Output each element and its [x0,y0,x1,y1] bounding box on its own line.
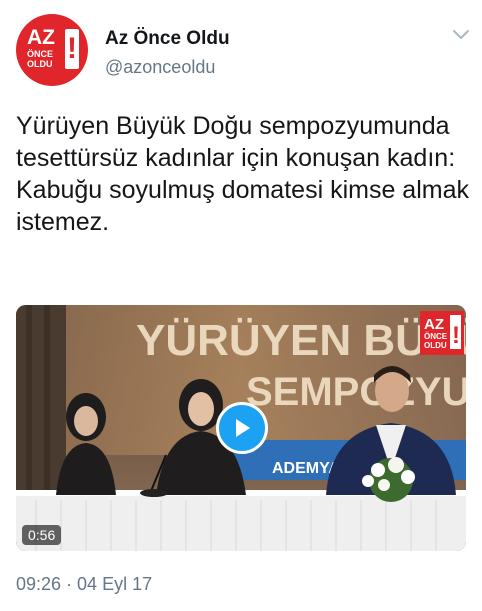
tweet-text: Yürüyen Büyük Doğu sempozyumunda tesettü… [16,112,469,236]
banner-text-2: SEMPOZYUMU [246,370,466,414]
banner-text-1: YÜRÜYEN BÜYÜK [136,316,466,365]
watermark-mark: ! [452,322,460,349]
logo-sub-text: ÖNCE OLDU [27,49,53,69]
logo-mark: ! [65,29,79,69]
account-name[interactable]: Az Önce Oldu [105,28,230,50]
video-player[interactable]: YÜRÜYEN BÜYÜK SEMPOZYUMU ADEMYA AZ ÖNCE … [16,305,466,551]
tweet-timestamp[interactable]: 09:26 · 04 Eyl 17 [16,574,152,595]
chevron-down-icon[interactable] [452,28,470,42]
avatar[interactable]: AZ ÖNCE OLDU ! [16,14,88,86]
video-duration: 0:56 [22,525,62,545]
play-button[interactable] [216,402,268,454]
watermark-main-text: AZ [424,316,444,333]
logo-main-text: AZ [27,26,55,49]
watermark-sub-line-1: ÖNCE [424,332,448,341]
play-icon [236,419,250,437]
account-handle[interactable]: @azonceoldu [105,57,215,78]
logo-sub-line-1: ÖNCE [27,49,54,59]
logo-sub-line-2: OLDU [27,59,53,69]
watermark-sub-line-2: OLDU [424,341,447,350]
brand-logo: AZ ÖNCE OLDU ! [25,27,79,73]
